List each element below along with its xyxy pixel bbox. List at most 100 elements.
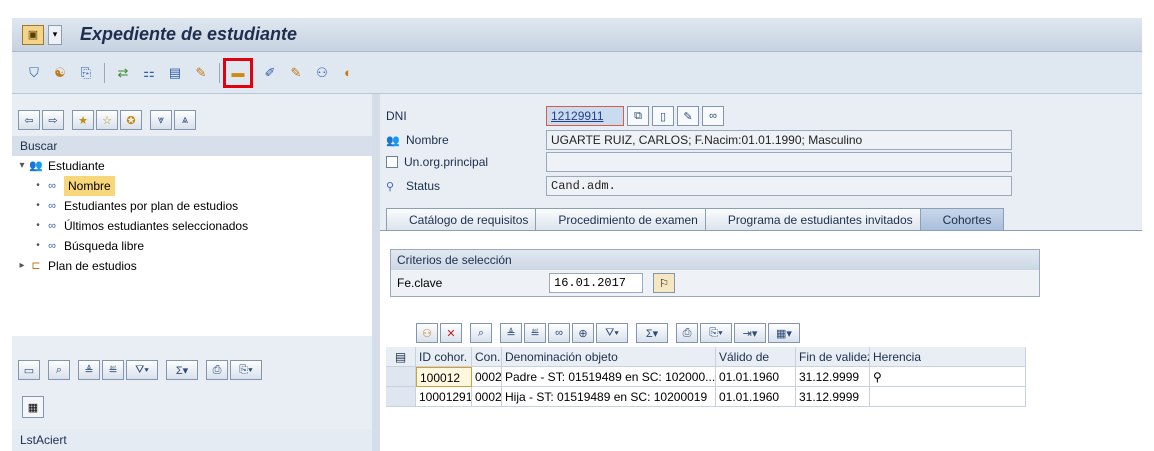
collapse-icon[interactable]: ⩓ (174, 110, 196, 130)
table-cell[interactable]: 0002 (472, 367, 502, 387)
table-cell[interactable]: 01.01.1960 (716, 387, 796, 407)
column-header[interactable]: Con... (472, 347, 502, 367)
nombre-row: 👥 Nombre UGARTE RUIZ, CARLOS; F.Nacim:01… (386, 130, 1012, 150)
expand-arrow-icon[interactable]: ▾ (16, 156, 28, 176)
sort-ascending-icon[interactable]: ≜ (78, 360, 100, 380)
table-row[interactable]: 10001291 0002 Hija - ST: 01519489 en SC:… (386, 387, 1026, 407)
column-header[interactable]: Fin de validez (796, 347, 870, 367)
expand-arrow-icon[interactable]: ▸ (16, 256, 28, 276)
tab-strip: Catálogo de requisitos Procedimiento de … (386, 206, 1005, 230)
app-icon-10[interactable]: ✎ (286, 63, 306, 83)
sort-descending-icon[interactable]: ≝ (524, 323, 546, 343)
tab-procedimiento-examen[interactable]: Procedimiento de examen (535, 208, 711, 230)
tab-programa-estudiantes-invitados[interactable]: Programa de estudiantes invitados (704, 208, 926, 230)
app-icon-7[interactable]: ✎ (191, 63, 211, 83)
layout-icon[interactable]: ▦ (22, 396, 44, 418)
tree-node-label: Nombre (64, 176, 115, 196)
details-search-icon[interactable]: ⌕ (470, 323, 492, 343)
panel-splitter[interactable] (372, 94, 380, 451)
person-delete-icon[interactable]: ✕ (440, 323, 462, 343)
app-icon-5[interactable]: ⚏ (139, 63, 159, 83)
dni-field[interactable]: 12129911 (546, 106, 624, 126)
refresh-icon[interactable]: ⚐ (653, 273, 675, 293)
copy-icon[interactable]: ⧉ (627, 106, 649, 126)
system-menu-icon[interactable]: ▣ (22, 24, 44, 45)
table-cell[interactable]: 10001291 (416, 387, 472, 407)
app-icon-6[interactable]: ▤ (165, 63, 185, 83)
find-icon[interactable]: ⌕ (48, 360, 70, 380)
print-icon[interactable]: ⎙ (676, 323, 698, 343)
system-menu-dropdown[interactable]: ▾ (48, 24, 62, 45)
table-cell[interactable]: 100012 (416, 367, 472, 387)
column-header[interactable]: Denominación objeto (502, 347, 716, 367)
sort-descending-icon[interactable]: ≝ (102, 360, 124, 380)
tree-node-nombre[interactable]: • ∞ Nombre (32, 176, 115, 196)
favorites-icon[interactable]: ☆ (96, 110, 118, 130)
window-title: Expediente de estudiante (80, 24, 298, 44)
layout-icon[interactable]: ▦▾ (768, 323, 800, 343)
views-icon[interactable]: ⎘▾ (700, 323, 732, 343)
table-cell[interactable]: 31.12.9999 (796, 367, 870, 387)
tree-node-estudiante[interactable]: ▾ 👥 Estudiante (16, 156, 104, 176)
key-date-row: Fe.clave 16.01.2017 ⚐ (391, 270, 1039, 296)
cohortes-tab-content: Criterios de selección Fe.clave 16.01.20… (380, 230, 1142, 451)
table-cell[interactable] (870, 387, 1026, 407)
tree-node-ultimos[interactable]: • ∞ Últimos estudiantes seleccionados (32, 216, 248, 236)
edit-pencil-icon[interactable]: ✎ (677, 106, 699, 126)
tree-node-label: Estudiantes por plan de estudios (64, 199, 239, 213)
column-header[interactable]: Válido de (716, 347, 796, 367)
new-document-icon[interactable]: ▯ (652, 106, 674, 126)
find-icon[interactable]: ∞ (548, 323, 570, 343)
object-manager-panel: ⇦ ⇨ ★ ☆ ✪ ⩔ ⩓ Buscar ▾ 👥 Estudiante • ∞ … (12, 102, 372, 451)
display-glasses-icon[interactable]: ∞ (702, 106, 724, 126)
table-cell[interactable]: 31.12.9999 (796, 387, 870, 407)
expand-icon[interactable]: ⩔ (150, 110, 172, 130)
forward-arrow-icon[interactable]: ⇨ (42, 110, 64, 130)
tab-catalogo-requisitos[interactable]: Catálogo de requisitos (386, 208, 542, 230)
app-icon-2[interactable]: ☯ (50, 63, 70, 83)
app-icon-11[interactable]: ⚇ (312, 63, 332, 83)
find-next-icon[interactable]: ⊕ (572, 323, 594, 343)
filter-icon[interactable]: ⛛▾ (596, 323, 628, 343)
print-icon[interactable]: ⎙ (206, 360, 228, 380)
app-icon-4[interactable]: ⇄ (113, 63, 133, 83)
open-folder-icon[interactable]: ▬ (223, 57, 253, 88)
select-all-icon[interactable]: ▤ (386, 347, 416, 367)
app-icon-1[interactable]: ⛉ (24, 63, 44, 83)
tree-bullet: • (36, 220, 40, 231)
tab-cohortes[interactable]: Cohortes (919, 208, 1005, 230)
table-row[interactable]: 100012 0002 Padre - ST: 01519489 en SC: … (386, 367, 1026, 387)
table-cell[interactable]: Hija - ST: 01519489 en SC: 10200019 (502, 387, 716, 407)
column-header[interactable]: ID cohor. (416, 347, 472, 367)
sum-icon[interactable]: Σ▾ (636, 323, 668, 343)
app-icon-9[interactable]: ✐ (260, 63, 280, 83)
export-icon[interactable]: ⇥▾ (734, 323, 766, 343)
inheritance-icon[interactable]: ⚲ (870, 367, 1026, 387)
table-cell[interactable]: 0002 (472, 387, 502, 407)
hierarchy-icon: ⊏ (31, 260, 41, 272)
tree-node-busqueda-libre[interactable]: • ∞ Búsqueda libre (32, 236, 144, 256)
export-icon[interactable]: ⎘▾ (230, 360, 262, 380)
table-cell[interactable]: Padre - ST: 01519489 en SC: 102000... (502, 367, 716, 387)
tree-node-plan-estudios-search[interactable]: • ∞ Estudiantes por plan de estudios (32, 196, 238, 216)
details-icon[interactable]: ▭ (18, 360, 40, 380)
search-section-header: Buscar (12, 136, 372, 156)
table-cell[interactable]: 01.01.1960 (716, 367, 796, 387)
filter-icon[interactable]: ⛛▾ (126, 360, 158, 380)
app-icon-3[interactable]: ⎘ (76, 63, 96, 83)
tree-node-plan-estudios[interactable]: ▸ ⊏ Plan de estudios (16, 256, 136, 276)
main-area: ⇦ ⇨ ★ ☆ ✪ ⩔ ⩓ Buscar ▾ 👥 Estudiante • ∞ … (12, 94, 1142, 451)
toolbar-separator (219, 62, 220, 83)
person-add-icon[interactable]: ⚇ (416, 323, 438, 343)
back-arrow-icon[interactable]: ⇦ (18, 110, 40, 130)
row-selector[interactable] (386, 387, 416, 407)
favorite-edit-icon[interactable]: ✪ (120, 110, 142, 130)
key-date-field[interactable]: 16.01.2017 (549, 273, 643, 293)
add-favorite-icon[interactable]: ★ (72, 110, 94, 130)
student-detail-panel: DNI 12129911 ⧉ ▯ ✎ ∞ 👥 Nombre UGARTE RUI… (380, 94, 1142, 451)
column-header[interactable]: Herencia (870, 347, 1026, 367)
sort-ascending-icon[interactable]: ≜ (500, 323, 522, 343)
app-icon-12[interactable]: ◐ (338, 63, 358, 83)
row-selector[interactable] (386, 367, 416, 387)
sum-icon[interactable]: Σ▾ (166, 360, 198, 380)
